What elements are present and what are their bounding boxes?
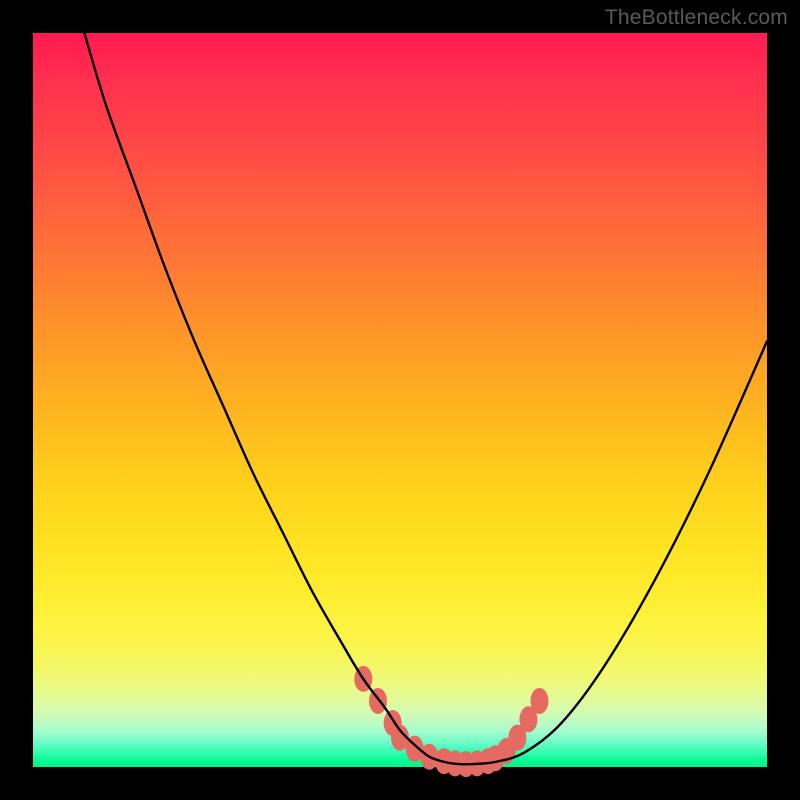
curve-svg xyxy=(33,33,767,767)
plot-area xyxy=(33,33,767,767)
marker-blob xyxy=(530,688,548,714)
watermark-text: TheBottleneck.com xyxy=(605,6,788,30)
chart-frame: TheBottleneck.com xyxy=(0,0,800,800)
bottleneck-curve xyxy=(84,33,767,764)
marker-layer xyxy=(354,666,548,777)
